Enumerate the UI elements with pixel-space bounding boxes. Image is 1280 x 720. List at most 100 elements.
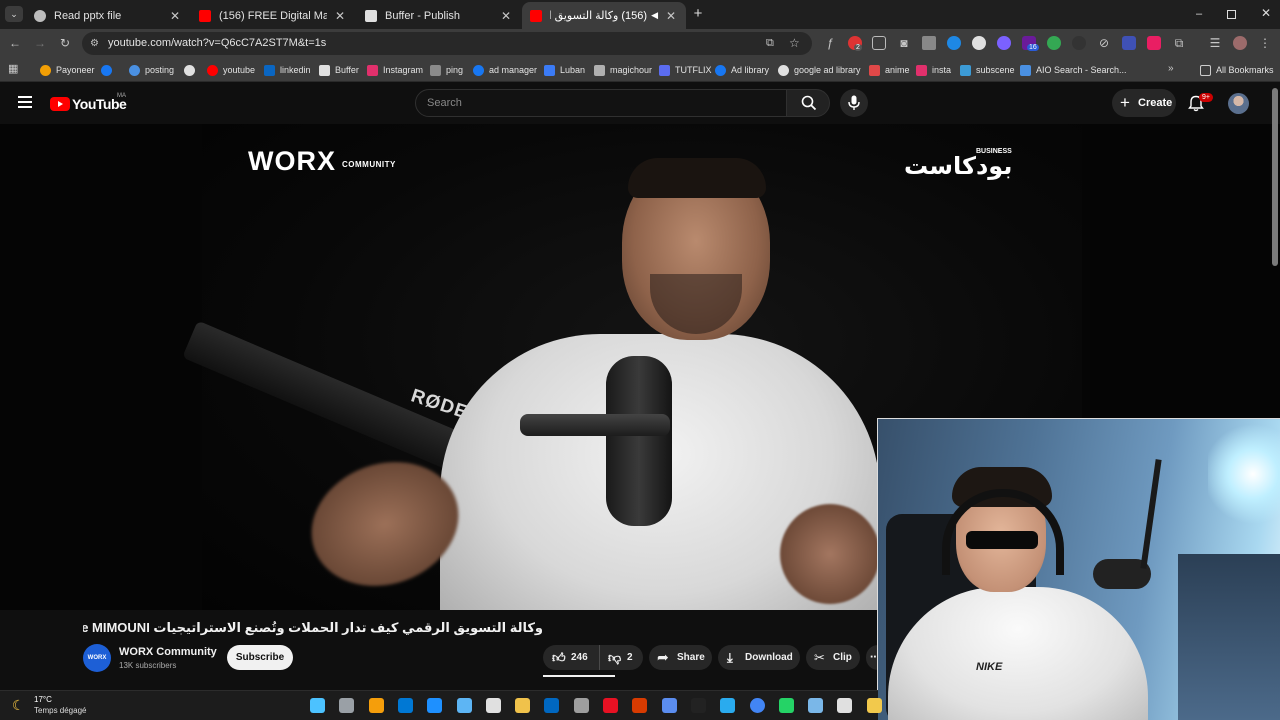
bookmark-item[interactable]: TUTFLIX — [659, 62, 712, 78]
taskbar-app-icon[interactable] — [457, 698, 472, 713]
taskbar-app-icon[interactable] — [779, 698, 794, 713]
url-text: youtube.com/watch?v=Q6cC7A2ST7M&t=1s — [108, 37, 327, 49]
extension-icon[interactable] — [1147, 36, 1161, 50]
extension-icon[interactable] — [972, 36, 986, 50]
subscribe-button[interactable]: Subscribe — [227, 645, 293, 670]
browser-tab-active[interactable]: (156) وكالة التسويق الرقمي ◀ ✕ — [522, 2, 686, 29]
forward-icon[interactable]: → — [33, 36, 47, 50]
taskbar-app-icon[interactable] — [691, 698, 706, 713]
close-icon[interactable]: ✕ — [168, 9, 182, 23]
speaker-icon[interactable]: ◀ — [651, 10, 658, 21]
bookmark-item[interactable]: posting — [129, 62, 174, 78]
share-button[interactable]: ➦ Share — [649, 645, 712, 670]
extension-icon[interactable] — [872, 36, 886, 50]
bookmark-label: anime — [885, 65, 910, 75]
menu-icon[interactable]: ⋮ — [1258, 36, 1272, 50]
tab-search-dropdown[interactable]: ⌄ — [5, 6, 23, 22]
bookmark-item[interactable]: google ad library — [778, 62, 861, 78]
bookmark-item[interactable] — [101, 62, 117, 78]
taskbar-app-icon[interactable] — [750, 698, 765, 713]
close-icon[interactable]: ✕ — [664, 9, 678, 23]
bookmark-item[interactable]: Luban — [544, 62, 585, 78]
extension-icon[interactable] — [947, 36, 961, 50]
bookmark-item[interactable]: ping — [430, 62, 463, 78]
page-scrollbar[interactable] — [1272, 88, 1278, 266]
taskbar-app-icon[interactable] — [662, 698, 677, 713]
reload-icon[interactable]: ↻ — [58, 36, 72, 50]
site-info-icon[interactable]: ⚙ — [90, 32, 99, 55]
taskbar-app-icon[interactable] — [515, 698, 530, 713]
back-icon[interactable]: ← — [8, 36, 22, 50]
extension-icon[interactable] — [997, 36, 1011, 50]
bookmark-item[interactable]: magichour — [594, 62, 652, 78]
minimize-button[interactable]: – — [1192, 8, 1206, 20]
taskbar-app-icon[interactable] — [574, 698, 589, 713]
address-bar[interactable]: ⚙ youtube.com/watch?v=Q6cC7A2ST7M&t=1s ⧉… — [82, 32, 812, 55]
taskbar-app-icon[interactable] — [339, 698, 354, 713]
dislike-button[interactable]: 👎︎ 2 — [601, 645, 643, 670]
youtube-logo[interactable]: YouTube — [50, 96, 127, 112]
close-icon[interactable]: ✕ — [333, 9, 347, 23]
star-icon[interactable]: ☆ — [789, 32, 800, 55]
taskbar-app-icon[interactable] — [867, 698, 882, 713]
restore-button[interactable] — [1227, 10, 1236, 19]
taskbar-app-icon[interactable] — [369, 698, 384, 713]
channel-avatar[interactable]: WORX — [83, 644, 111, 672]
voice-search-button[interactable] — [840, 89, 868, 117]
like-button[interactable]: 👍︎ 246 — [543, 645, 600, 670]
taskbar-app-icon[interactable] — [808, 698, 823, 713]
bookmark-item[interactable]: youtube — [207, 62, 255, 78]
bookmark-item[interactable]: ad manager — [473, 62, 537, 78]
browser-tab[interactable]: (156) FREE Digital Marketing Co ✕ — [191, 2, 355, 29]
avatar[interactable] — [1228, 93, 1249, 114]
taskbar-app-icon[interactable] — [720, 698, 735, 713]
taskbar-app-icon[interactable] — [544, 698, 559, 713]
close-window-button[interactable]: ✕ — [1259, 6, 1273, 20]
reading-list-icon[interactable]: ☰ — [1208, 36, 1222, 50]
create-button[interactable]: + Create — [1112, 89, 1176, 117]
weather-widget[interactable]: ☾ 17°C Temps dégagé — [12, 694, 112, 718]
bookmark-item[interactable]: anime — [869, 62, 910, 78]
extension-icon[interactable] — [1072, 36, 1086, 50]
browser-tab[interactable]: Buffer - Publish ✕ — [357, 2, 521, 29]
extension-icon[interactable]: ⊘ — [1097, 36, 1111, 50]
search-input[interactable]: Search — [415, 89, 787, 117]
function-extension-icon[interactable]: ƒ — [823, 36, 837, 50]
taskbar-app-icon[interactable] — [486, 698, 501, 713]
extension-icon[interactable] — [1122, 36, 1136, 50]
taskbar-app-icon[interactable] — [398, 698, 413, 713]
taskbar-app-icon[interactable] — [632, 698, 647, 713]
clip-button[interactable]: ✂ Clip — [806, 645, 860, 670]
video-title: وكالة التسويق الرقمي كيف تدار الحملات وت… — [83, 620, 543, 635]
all-bookmarks-folder[interactable]: All Bookmarks — [1200, 62, 1274, 78]
apps-icon[interactable]: ▦ — [8, 64, 19, 75]
taskbar-app-icon[interactable] — [837, 698, 852, 713]
download-icon: ⤓ — [727, 650, 733, 665]
taskbar-app-icon[interactable] — [427, 698, 442, 713]
close-icon[interactable]: ✕ — [499, 9, 513, 23]
bookmark-item[interactable] — [184, 62, 200, 78]
bookmark-item[interactable]: Instagram — [367, 62, 423, 78]
profile-icon[interactable] — [1233, 36, 1247, 50]
search-button[interactable] — [786, 89, 830, 117]
hamburger-menu-icon[interactable] — [18, 96, 32, 108]
download-button[interactable]: ⤓ Download — [718, 645, 800, 670]
camera-extension-icon[interactable]: ◙ — [897, 36, 911, 50]
bookmark-item[interactable]: subscene — [960, 62, 1015, 78]
channel-name[interactable]: WORX Community — [119, 646, 217, 658]
bookmark-item[interactable]: Buffer — [319, 62, 359, 78]
puzzle-icon[interactable]: ⧉ — [1172, 36, 1186, 50]
taskbar-app-icon[interactable] — [310, 698, 325, 713]
new-tab-button[interactable]: + — [690, 5, 706, 23]
install-icon[interactable]: ⧉ — [766, 32, 774, 55]
bookmark-item[interactable]: AIO Search - Search... — [1020, 62, 1127, 78]
bookmark-item[interactable]: Payoneer — [40, 62, 95, 78]
browser-tab[interactable]: Read pptx file ✕ — [26, 2, 190, 29]
extension-icon[interactable] — [922, 36, 936, 50]
more-bookmarks-chevron-icon[interactable]: » — [1168, 63, 1174, 74]
taskbar-app-icon[interactable] — [603, 698, 618, 713]
extension-icon[interactable] — [1047, 36, 1061, 50]
bookmark-item[interactable]: Ad library — [715, 62, 769, 78]
bookmark-item[interactable]: linkedin — [264, 62, 311, 78]
bookmark-item[interactable]: insta — [916, 62, 951, 78]
